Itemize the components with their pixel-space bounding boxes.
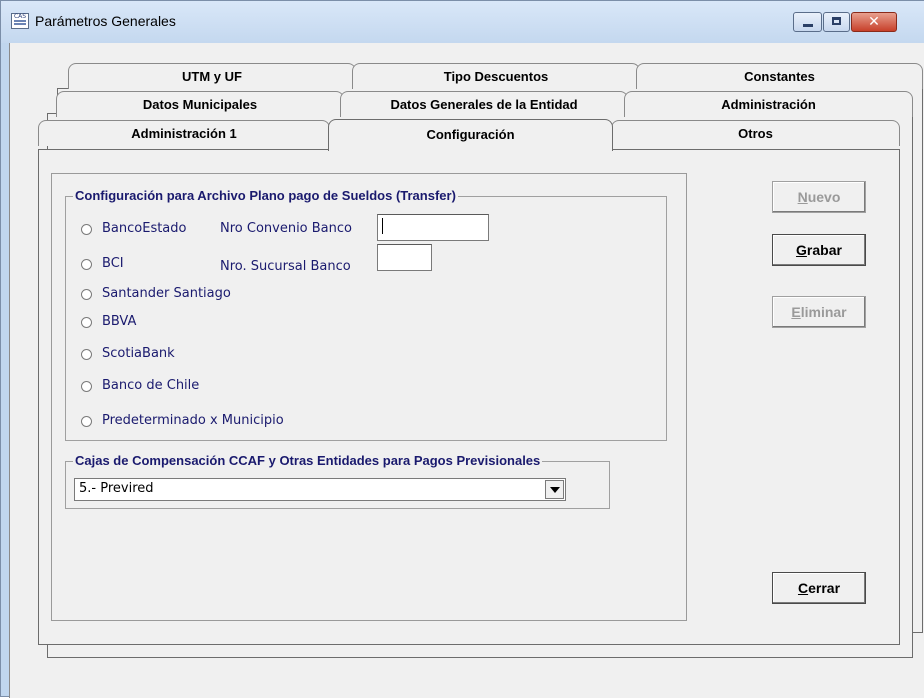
- radio-circle-icon: [81, 224, 92, 235]
- ccaf-group-legend: Cajas de Compensación CCAF y Otras Entid…: [73, 453, 543, 468]
- radio-circle-icon: [81, 381, 92, 392]
- tab-administracion[interactable]: Administración: [624, 91, 913, 117]
- ccaf-select[interactable]: 5.- Previred: [74, 478, 566, 501]
- tab-datos-municipales[interactable]: Datos Municipales: [56, 91, 344, 117]
- tab-datos-generales-entidad[interactable]: Datos Generales de la Entidad: [340, 91, 628, 117]
- minimize-button[interactable]: [793, 12, 822, 32]
- cas-icon[interactable]: CAS: [11, 13, 29, 29]
- title-bar[interactable]: CAS Parámetros Generales ✕: [1, 1, 924, 43]
- main-window: CAS Parámetros Generales ✕ UTM y UF Tipo…: [0, 0, 924, 698]
- tab-utm-uf[interactable]: UTM y UF: [68, 63, 356, 89]
- eliminar-button[interactable]: Eliminar: [772, 296, 866, 328]
- tab-administracion-1[interactable]: Administración 1: [38, 120, 330, 146]
- ccaf-selected-value: 5.- Previred: [79, 481, 154, 496]
- tab-configuracion[interactable]: Configuración: [328, 119, 613, 151]
- tab-tipo-descuentos[interactable]: Tipo Descuentos: [352, 63, 640, 89]
- close-icon: ✕: [868, 14, 880, 30]
- maximize-icon: [832, 17, 841, 25]
- radio-circle-icon: [81, 317, 92, 328]
- radio-circle-icon: [81, 259, 92, 270]
- dropdown-button[interactable]: [545, 480, 564, 499]
- window-title: Parámetros Generales: [35, 13, 176, 29]
- tab-otros[interactable]: Otros: [611, 120, 900, 146]
- maximize-button[interactable]: [823, 12, 850, 32]
- transfer-group-legend: Configuración para Archivo Plano pago de…: [73, 188, 458, 203]
- minimize-icon: [803, 24, 813, 27]
- grabar-button[interactable]: Grabar: [772, 234, 866, 266]
- sucursal-label: Nro. Sucursal Banco: [220, 259, 351, 274]
- radio-circle-icon: [81, 349, 92, 360]
- nuevo-button[interactable]: Nuevo: [772, 181, 866, 213]
- sucursal-input[interactable]: [377, 244, 432, 271]
- chevron-down-icon: [550, 487, 560, 493]
- tab-constantes[interactable]: Constantes: [636, 63, 923, 89]
- cerrar-button[interactable]: Cerrar: [772, 572, 866, 604]
- radio-circle-icon: [81, 289, 92, 300]
- radio-circle-icon: [81, 416, 92, 427]
- convenio-label: Nro Convenio Banco: [220, 221, 352, 236]
- close-window-button[interactable]: ✕: [851, 12, 897, 32]
- convenio-input[interactable]: [377, 214, 489, 241]
